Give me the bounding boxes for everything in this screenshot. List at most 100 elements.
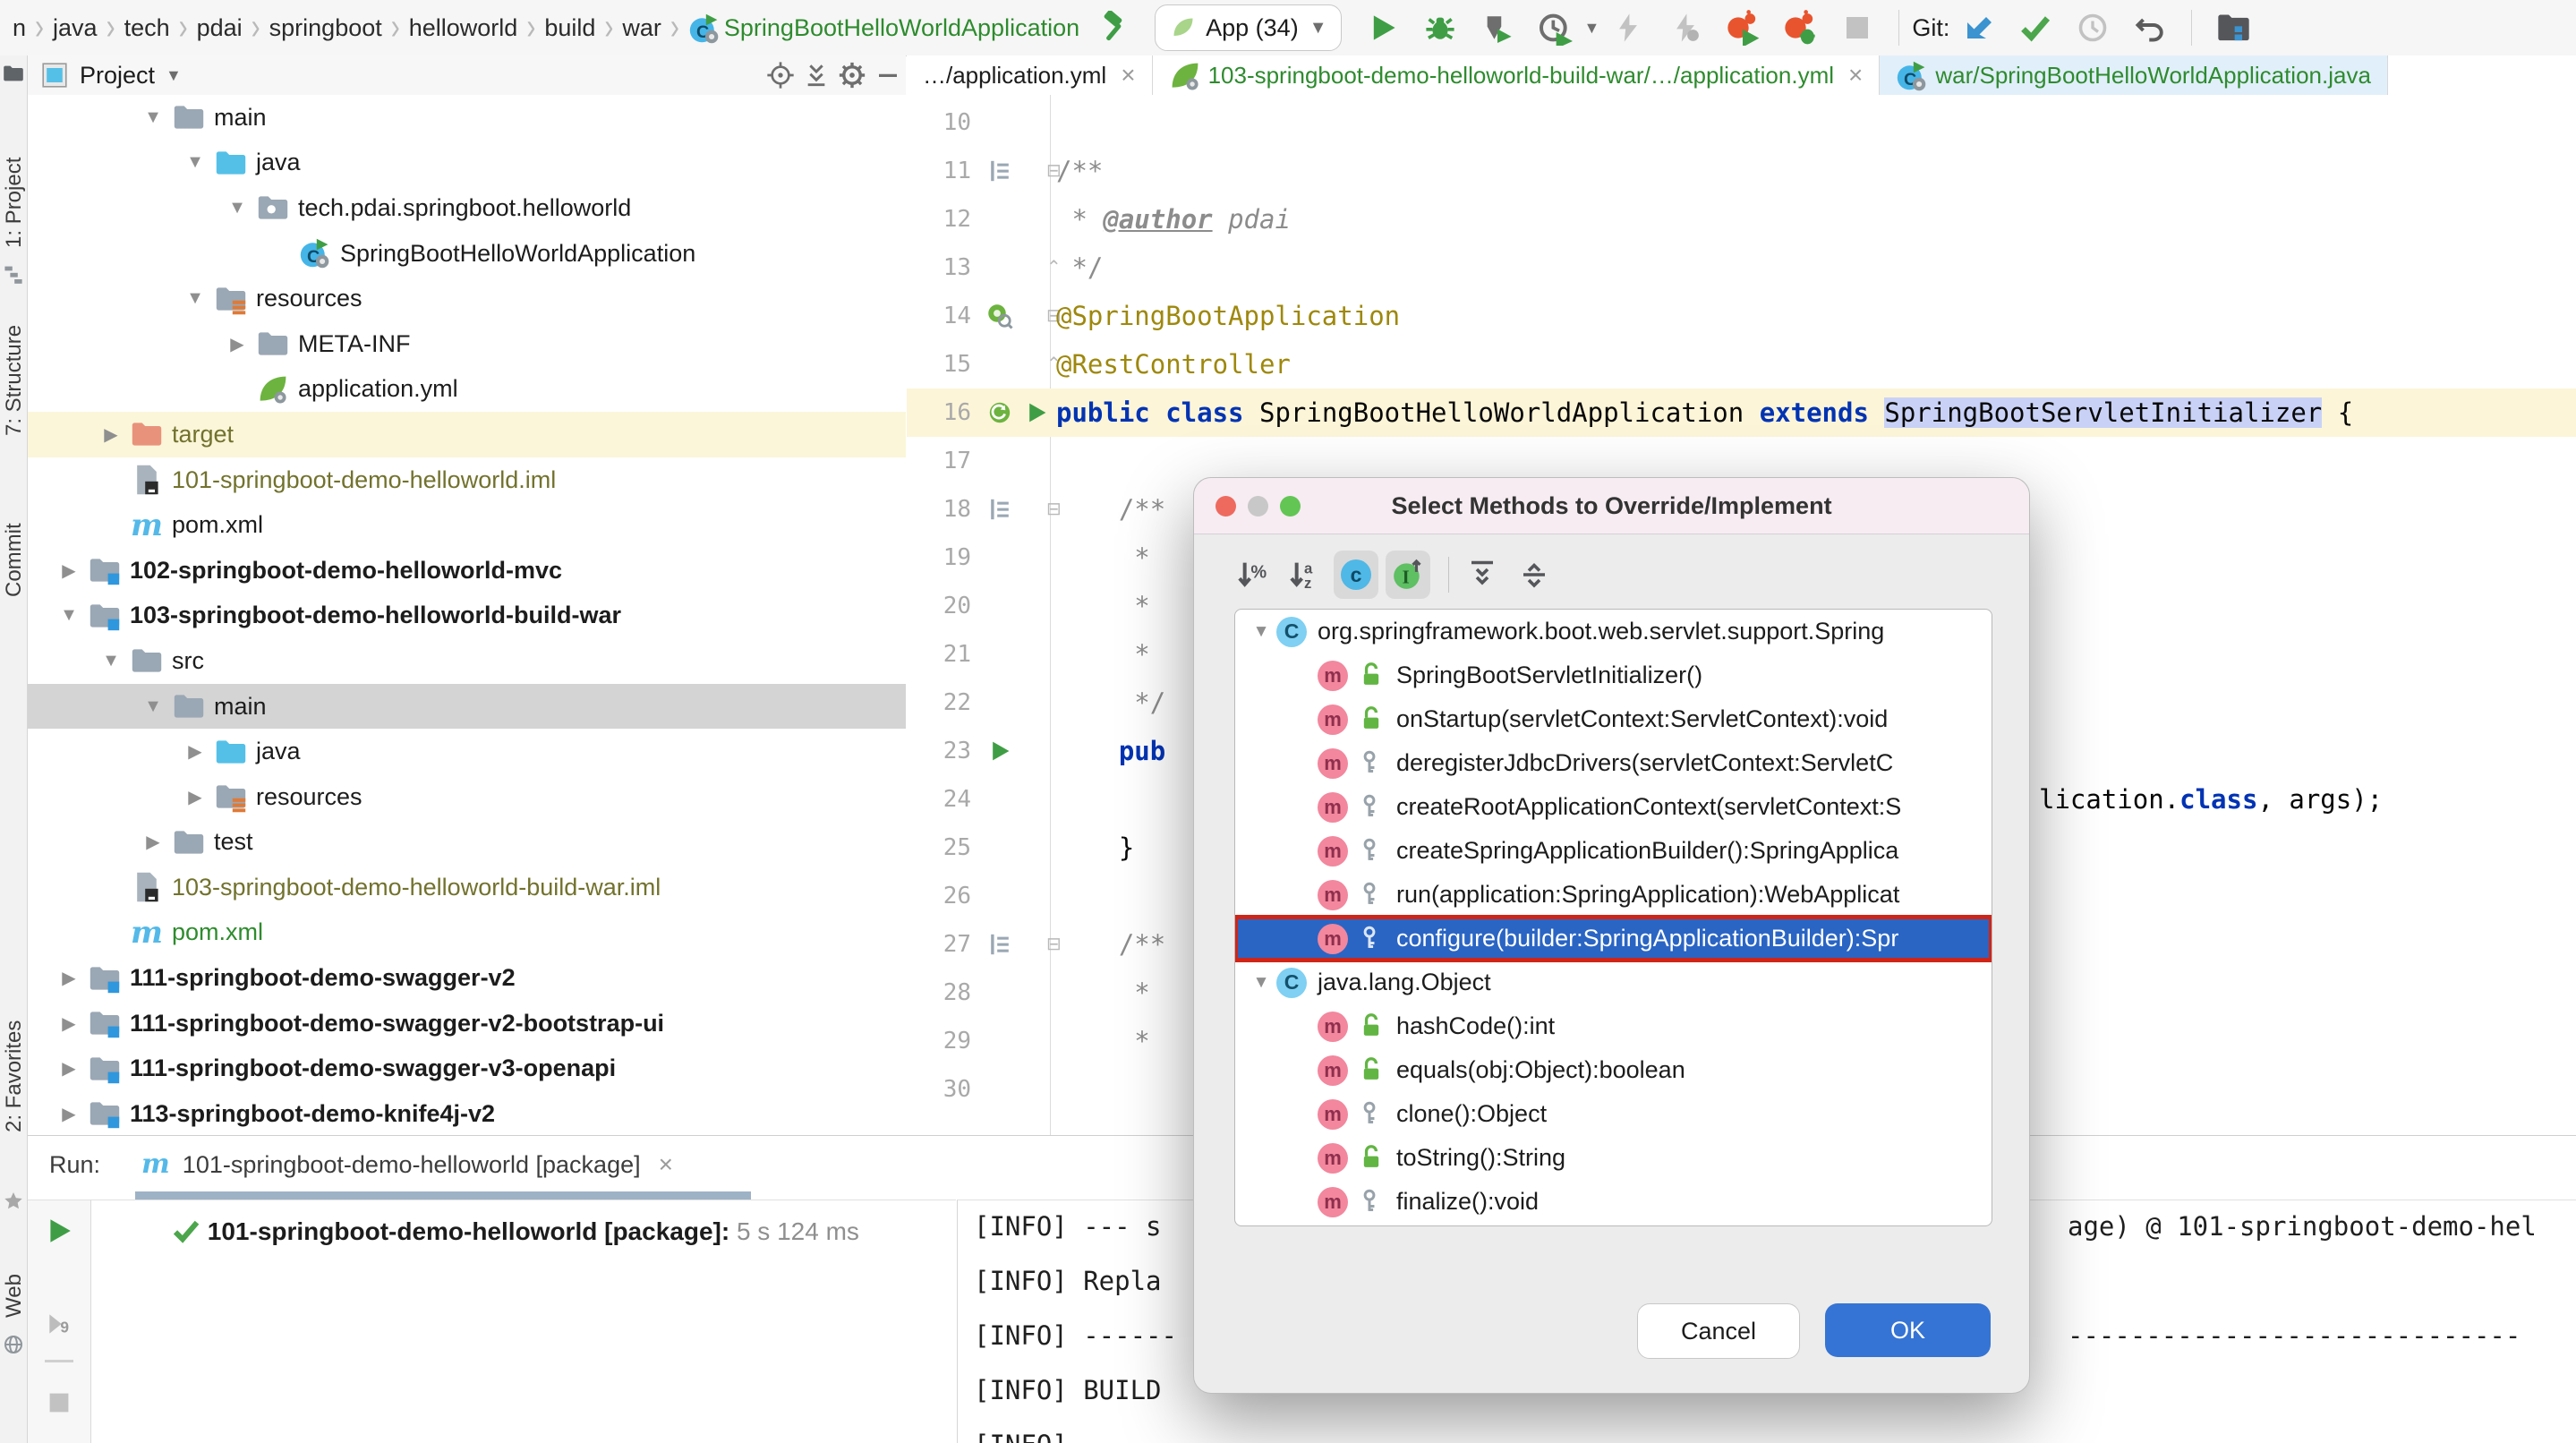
tree-expand-icon[interactable]: ▶: [133, 831, 173, 853]
dialog-method-row[interactable]: ▼mcreateSpringApplicationBuilder():Sprin…: [1235, 829, 1992, 873]
dialog-method-row[interactable]: ▼mequals(obj:Object):boolean: [1235, 1048, 1992, 1092]
tree-expand-icon[interactable]: ▶: [218, 333, 257, 355]
tree-row[interactable]: ▶111-springboot-demo-swagger-v3-openapi: [28, 1046, 906, 1091]
dialog-method-row[interactable]: ▼mtoString():String: [1235, 1136, 1992, 1180]
locate-file-icon[interactable]: [763, 57, 798, 93]
hide-panel-icon[interactable]: [870, 57, 906, 93]
collapse-all-icon[interactable]: [798, 57, 834, 93]
tree-row[interactable]: ▼src: [28, 638, 906, 684]
tree-row[interactable]: mpom.xml: [28, 910, 906, 956]
tree-row[interactable]: ▼main: [28, 95, 906, 141]
tree-row[interactable]: ▼103-springboot-demo-helloworld-build-wa…: [28, 593, 906, 639]
tree-row[interactable]: ▶target: [28, 412, 906, 457]
tree-expand-icon[interactable]: ▼: [175, 152, 215, 173]
dialog-method-row[interactable]: ▼mconfigure(builder:SpringApplicationBui…: [1235, 917, 1992, 961]
run-result-row[interactable]: 101-springboot-demo-helloworld [package]…: [172, 1217, 859, 1246]
tree-expand-icon[interactable]: ▼: [1246, 973, 1276, 993]
tree-expand-icon[interactable]: ▶: [49, 967, 89, 989]
stripe-favorites-button[interactable]: 2: Favorites: [2, 1020, 27, 1132]
project-view-dropdown-icon[interactable]: ▼: [166, 66, 182, 85]
breadcrumb-item[interactable]: pdai: [197, 14, 243, 42]
tree-expand-icon[interactable]: ▶: [91, 423, 131, 446]
tree-row[interactable]: ▶resources: [28, 774, 906, 820]
tree-expand-icon[interactable]: ▼: [175, 288, 215, 309]
tree-expand-icon[interactable]: ▼: [49, 605, 89, 626]
project-structure-icon[interactable]: [2213, 8, 2253, 47]
tree-expand-icon[interactable]: ▶: [49, 559, 89, 582]
dialog-method-row[interactable]: ▼mcreateRootApplicationContext(servletCo…: [1235, 785, 1992, 829]
tree-expand-icon[interactable]: ▼: [133, 107, 173, 128]
project-tool-icon[interactable]: [3, 63, 24, 84]
dialog-title-bar[interactable]: Select Methods to Override/Implement: [1194, 478, 2029, 534]
tree-row[interactable]: ▶102-springboot-demo-helloworld-mvc: [28, 548, 906, 593]
breadcrumb-class-item[interactable]: SpringBootHelloWorldApplication: [724, 14, 1079, 42]
tree-expand-icon[interactable]: ▼: [1246, 622, 1276, 642]
stripe-structure-button[interactable]: 7: Structure: [2, 325, 27, 436]
coverage-button[interactable]: [1478, 8, 1517, 47]
rollback-button[interactable]: [2130, 8, 2170, 47]
dialog-method-row[interactable]: ▼mhashCode():int: [1235, 1004, 1992, 1048]
tree-row[interactable]: 101-springboot-demo-helloworld.iml: [28, 457, 906, 503]
tree-row[interactable]: ▶test: [28, 820, 906, 866]
run-configuration-select[interactable]: App (34) ▼: [1155, 4, 1342, 51]
tab-close-icon[interactable]: ×: [1121, 61, 1135, 90]
tree-row[interactable]: CSpringBootHelloWorldApplication: [28, 231, 906, 277]
profile-with-intellij-profiler-button[interactable]: [1723, 8, 1762, 47]
tree-row[interactable]: ▶113-springboot-demo-knife4j-v2: [28, 1091, 906, 1135]
tree-row[interactable]: 103-springboot-demo-helloworld-build-war…: [28, 865, 906, 910]
rerun-button[interactable]: [43, 1215, 75, 1247]
close-traffic-button[interactable]: [1215, 496, 1236, 517]
breadcrumb-item[interactable]: build: [544, 14, 595, 42]
tree-row[interactable]: application.yml: [28, 367, 906, 413]
debug-button[interactable]: [1420, 8, 1460, 47]
cancel-button[interactable]: Cancel: [1637, 1303, 1800, 1359]
run-class-icon[interactable]: [1021, 388, 1052, 437]
tree-expand-icon[interactable]: ▶: [49, 1057, 89, 1080]
structure-tool-icon[interactable]: [3, 263, 24, 285]
editor-tab[interactable]: Cwar/SpringBootHelloWorldApplication.jav…: [1880, 56, 2388, 95]
tab-close-icon[interactable]: ×: [1848, 61, 1863, 90]
collapse-all-icon[interactable]: [1512, 551, 1557, 599]
tree-expand-icon[interactable]: ▼: [133, 696, 173, 717]
dialog-method-row[interactable]: ▼mSpringBootServletInitializer(): [1235, 653, 1992, 697]
ok-button[interactable]: OK: [1825, 1303, 1991, 1357]
tree-expand-icon[interactable]: ▼: [218, 198, 257, 218]
stripe-commit-button[interactable]: Commit: [2, 523, 27, 597]
dialog-method-row[interactable]: ▼mclone():Object: [1235, 1092, 1992, 1136]
git-update-button[interactable]: [1958, 8, 1998, 47]
sort-by-percent-icon[interactable]: %: [1230, 551, 1275, 599]
bookmark-star-icon[interactable]: [3, 1191, 24, 1212]
stripe-project-button[interactable]: 1: Project: [2, 158, 27, 248]
tree-row[interactable]: ▼tech.pdai.springboot.helloworld: [28, 185, 906, 231]
breadcrumb-item[interactable]: tech: [124, 14, 170, 42]
editor-tab[interactable]: 103-springboot-demo-helloworld-build-war…: [1153, 56, 1881, 95]
tree-row[interactable]: mpom.xml: [28, 502, 906, 548]
git-commit-button[interactable]: [2016, 8, 2055, 47]
tree-row[interactable]: ▼resources: [28, 276, 906, 321]
tree-expand-icon[interactable]: ▶: [175, 740, 215, 763]
editor-tab[interactable]: …/application.yml×: [907, 56, 1153, 95]
dialog-class-row[interactable]: ▼Corg.springframework.boot.web.servlet.s…: [1235, 610, 1992, 653]
tree-row[interactable]: ▼main: [28, 684, 906, 730]
tree-expand-icon[interactable]: ▶: [49, 1012, 89, 1035]
tree-expand-icon[interactable]: ▶: [175, 786, 215, 808]
run-method-icon[interactable]: [982, 727, 1018, 775]
tree-expand-icon[interactable]: ▶: [49, 1103, 89, 1125]
tree-row[interactable]: ▼java: [28, 141, 906, 186]
expand-all-icon[interactable]: [1460, 551, 1505, 599]
tree-row[interactable]: ▶111-springboot-demo-swagger-v2-bootstra…: [28, 1001, 906, 1046]
dialog-method-row[interactable]: ▼mderegisterJdbcDrivers(servletContext:S…: [1235, 741, 1992, 785]
spring-bean-icon[interactable]: [982, 388, 1018, 437]
show-classes-toggle[interactable]: c: [1334, 551, 1378, 599]
project-panel-title[interactable]: Project: [80, 62, 155, 90]
stripe-web-button[interactable]: Web: [2, 1274, 27, 1318]
breadcrumb-item[interactable]: war: [622, 14, 661, 42]
run-tab-close-icon[interactable]: ×: [659, 1150, 673, 1179]
sort-alphabetically-icon[interactable]: az: [1282, 551, 1326, 599]
run-tab[interactable]: 101-springboot-demo-helloworld [package]: [183, 1151, 641, 1179]
show-interfaces-toggle[interactable]: I: [1386, 551, 1430, 599]
breadcrumb-item[interactable]: helloworld: [409, 14, 518, 42]
build-hammer-icon[interactable]: [1094, 8, 1133, 47]
breadcrumb-item[interactable]: n: [13, 14, 26, 42]
settings-gear-icon[interactable]: [834, 57, 870, 93]
